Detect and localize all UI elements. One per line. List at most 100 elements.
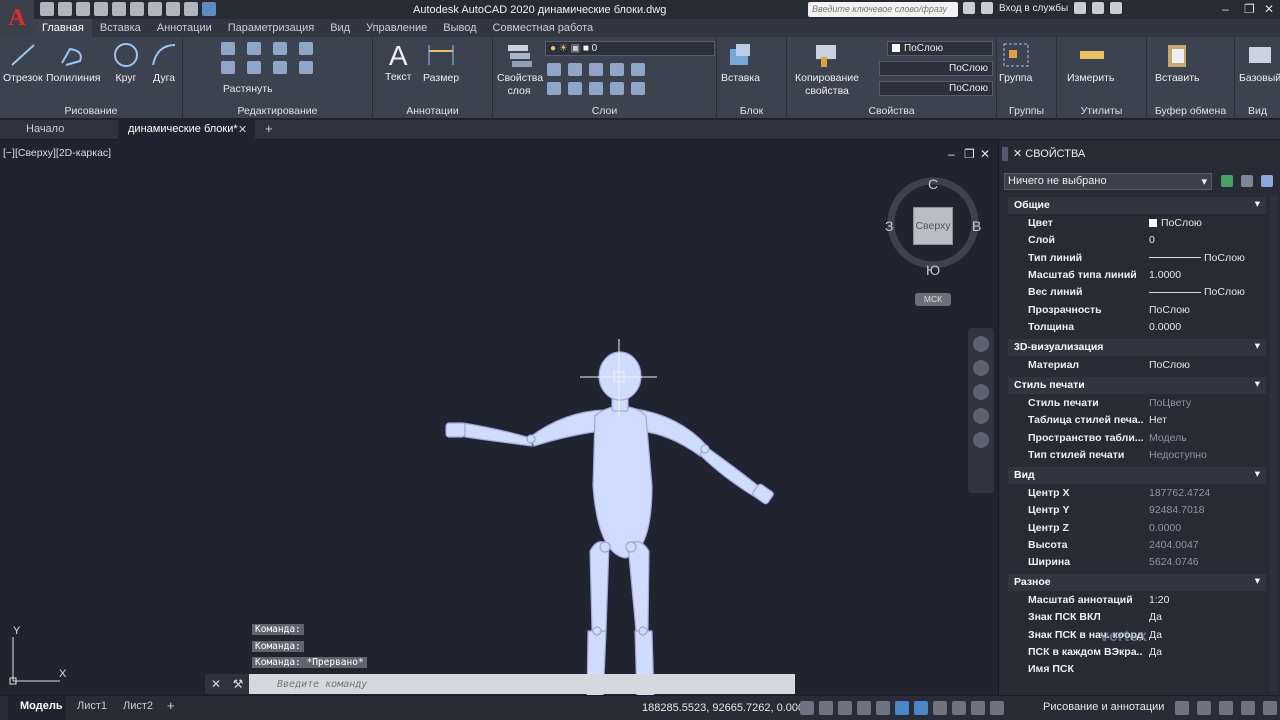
property-value[interactable]: Да (1149, 646, 1264, 658)
property-value[interactable]: ПоСлою (1149, 304, 1264, 316)
save-icon[interactable] (76, 2, 90, 16)
property-row[interactable]: Слой 0 (1008, 232, 1266, 249)
open-icon[interactable] (58, 2, 72, 16)
selection-dropdown[interactable]: Ничего не выбрано ▾ (1004, 173, 1212, 190)
help-icon[interactable] (1110, 2, 1123, 14)
a360-icon[interactable] (1092, 2, 1105, 14)
section-general[interactable]: Общие (1008, 197, 1266, 214)
isodraft-icon[interactable] (876, 701, 890, 715)
new-icon[interactable] (40, 2, 54, 16)
property-row[interactable]: Центр Z 0.0000 (1008, 520, 1266, 537)
measure-button[interactable]: Измерить (1067, 41, 1114, 84)
ortho-icon[interactable] (838, 701, 852, 715)
property-value[interactable]: 1:20 (1149, 594, 1264, 606)
mirror-icon[interactable] (247, 61, 261, 74)
stretch-button[interactable]: Растянуть (223, 83, 273, 95)
command-input[interactable] (249, 678, 789, 690)
erase-icon[interactable] (299, 42, 313, 55)
panel-title-annotation[interactable]: Аннотации (373, 105, 492, 117)
web-open-icon[interactable] (112, 2, 126, 16)
section-plotstyle[interactable]: Стиль печати (1008, 377, 1266, 394)
close-button[interactable]: ✕ (1264, 2, 1274, 16)
line-button[interactable]: Отрезок (3, 41, 43, 84)
dimension-button[interactable]: Размер (423, 41, 459, 84)
property-value[interactable]: 0.0000 (1149, 522, 1264, 534)
property-row[interactable]: Масштаб аннотаций 1:20 (1008, 592, 1266, 609)
move-icon[interactable] (221, 42, 235, 55)
tab-layout2[interactable]: Лист2 (123, 700, 153, 712)
polyline-button[interactable]: Полилиния (46, 41, 101, 84)
property-row[interactable]: Материал ПоСлою (1008, 357, 1266, 374)
add-layout-button[interactable]: + (167, 698, 175, 713)
ribbon-tab[interactable]: Аннотации (149, 19, 220, 37)
property-value[interactable]: ПоСлою (1149, 217, 1264, 229)
property-row[interactable]: Тип линий ПоСлою (1008, 250, 1266, 267)
linetype-dropdown[interactable]: ПоСлою (879, 61, 993, 76)
toggle-pickadd-icon[interactable] (1221, 175, 1233, 187)
panel-title-view[interactable]: Вид (1235, 105, 1280, 117)
workspace-switch[interactable]: Рисование и аннотации (1043, 701, 1164, 713)
layer-tool-icon[interactable] (631, 82, 645, 95)
property-row[interactable]: Цвет ПоСлою (1008, 215, 1266, 232)
binoculars-icon[interactable] (963, 2, 975, 14)
property-value[interactable]: 187762.4724 (1149, 487, 1264, 499)
property-row[interactable]: Высота 2404.0047 (1008, 537, 1266, 554)
property-value[interactable]: 2404.0047 (1149, 539, 1264, 551)
property-row[interactable]: Ширина 5624.0746 (1008, 554, 1266, 571)
property-value[interactable]: ПоСлою (1149, 252, 1264, 264)
text-button[interactable]: A Текст (385, 41, 411, 84)
property-value[interactable]: 0 (1149, 234, 1264, 246)
tab-current-drawing[interactable]: динамические блоки* (128, 123, 238, 135)
layer-tool-icon[interactable] (547, 63, 561, 76)
section-view[interactable]: Вид (1008, 467, 1266, 484)
search-input[interactable]: Введите ключевое слово/фразу (808, 2, 958, 17)
customize-icon[interactable] (1175, 701, 1189, 715)
fillet-icon[interactable] (273, 61, 287, 74)
snap-icon[interactable] (819, 701, 833, 715)
layer-tool-icon[interactable] (610, 82, 624, 95)
circle-button[interactable]: Круг (111, 41, 141, 84)
tab-layout1[interactable]: Лист1 (77, 700, 107, 712)
menu-icon[interactable] (1263, 701, 1277, 715)
property-row[interactable]: ПСК в каждом ВЭкра... Да (1008, 644, 1266, 661)
minimize-button[interactable]: – (1222, 2, 1229, 16)
property-value[interactable]: 5624.0746 (1149, 556, 1264, 568)
property-value[interactable]: 1.0000 (1149, 269, 1264, 281)
polar-icon[interactable] (857, 701, 871, 715)
ribbon-tab[interactable]: Главная (34, 19, 92, 37)
lineweight-dropdown[interactable]: ПоСлою (879, 81, 993, 96)
property-value[interactable]: ПоСлою (1149, 359, 1264, 371)
property-value[interactable]: Да (1149, 611, 1264, 623)
property-row[interactable]: Толщина 0.0000 (1008, 319, 1266, 336)
property-value[interactable]: Нет (1149, 414, 1264, 426)
layer-tool-icon[interactable] (589, 82, 603, 95)
group-button[interactable]: Группа (999, 41, 1032, 84)
panel-title-properties[interactable]: Свойства (787, 105, 996, 117)
customize-wrench-icon[interactable]: ⚒ (227, 674, 249, 694)
ribbon-tab[interactable]: Управление (358, 19, 435, 37)
section-misc[interactable]: Разное (1008, 574, 1266, 591)
property-row[interactable]: Таблица стилей печа... Нет (1008, 412, 1266, 429)
property-row[interactable]: Знак ПСК ВКЛ Да (1008, 609, 1266, 626)
panel-title-groups[interactable]: Группы (997, 105, 1056, 117)
base-view-button[interactable]: Базовый (1239, 41, 1280, 84)
layer-properties-button[interactable]: Свойства слоя (497, 41, 543, 98)
trim-icon[interactable] (273, 42, 287, 55)
gear-icon[interactable] (971, 701, 985, 715)
property-value[interactable]: Модель (1149, 432, 1264, 444)
property-row[interactable]: Масштаб типа линий 1.0000 (1008, 267, 1266, 284)
signin-link[interactable]: Вход в службы (999, 3, 1068, 14)
coordinates-readout[interactable]: 188285.5523, 92665.7262, 0.0000 (642, 702, 810, 714)
clean-screen-icon[interactable] (1241, 701, 1255, 715)
palette-scrollbar[interactable] (1270, 196, 1278, 691)
layer-tool-icon[interactable] (631, 63, 645, 76)
select-objects-icon[interactable] (1241, 175, 1253, 187)
redo-icon[interactable] (184, 2, 198, 16)
workspace-gear-icon[interactable] (990, 701, 1004, 715)
drawing-canvas[interactable] (0, 141, 998, 695)
paste-button[interactable]: Вставить (1155, 41, 1200, 84)
property-value[interactable]: ПоСлою (1149, 286, 1264, 298)
copy-icon[interactable] (221, 61, 235, 74)
property-value[interactable]: 92484.7018 (1149, 504, 1264, 516)
property-value[interactable]: Недоступно (1149, 449, 1264, 461)
